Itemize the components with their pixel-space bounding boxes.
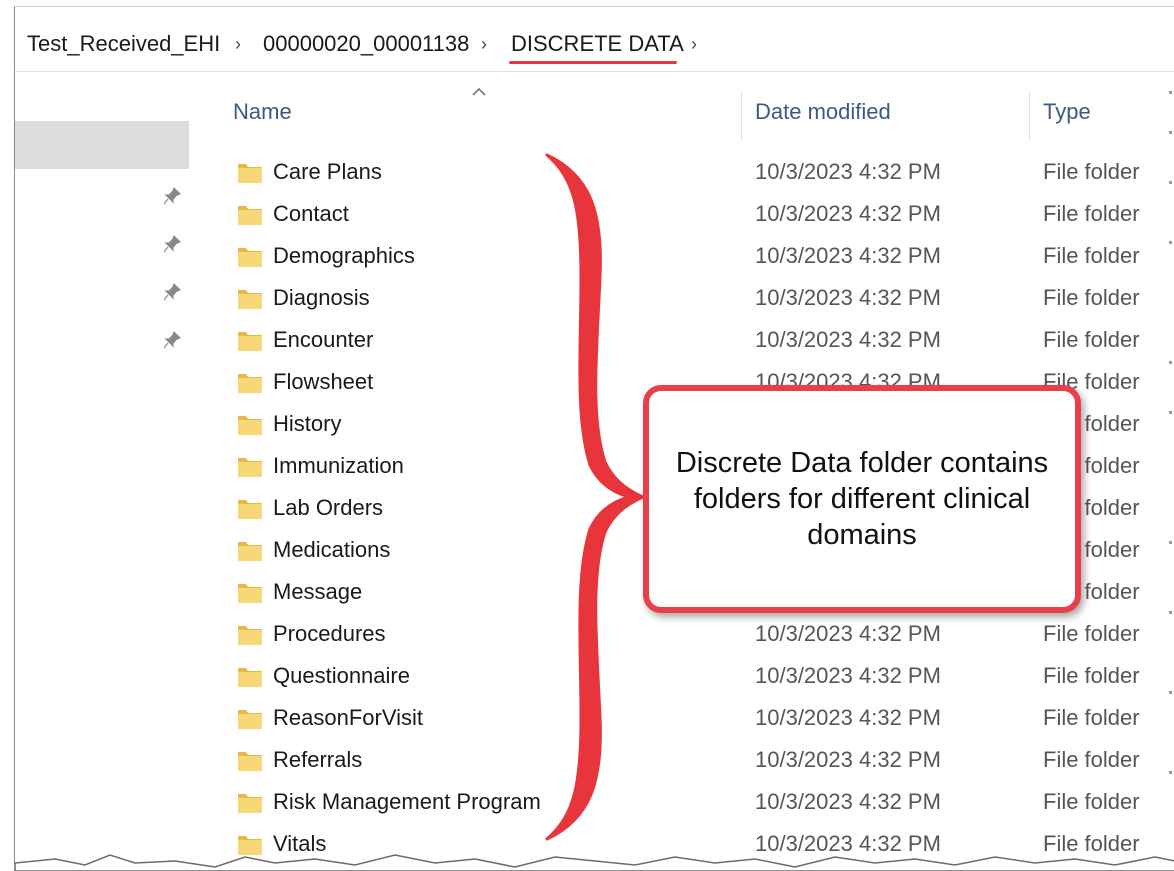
folder-icon	[238, 668, 262, 687]
file-type: File folder	[1043, 747, 1140, 772]
pin-icon[interactable]	[163, 235, 181, 253]
file-row[interactable]: Encounter 10/3/2023 4:32 PM File folder	[225, 321, 1174, 363]
column-separator[interactable]	[741, 91, 742, 141]
nav-selected-item[interactable]	[15, 121, 189, 169]
file-name: Diagnosis	[273, 285, 370, 310]
file-date-modified: 10/3/2023 4:32 PM	[755, 789, 941, 814]
navigation-pane	[15, 71, 195, 871]
file-date-modified: 10/3/2023 4:32 PM	[755, 201, 941, 226]
scrollbar-edge[interactable]	[1167, 71, 1174, 871]
file-explorer-window: Test_Received_EHI › 00000020_00001138 › …	[14, 6, 1174, 871]
callout-text: Discrete Data folder contains folders fo…	[675, 447, 1049, 551]
file-date-modified: 10/3/2023 4:32 PM	[755, 663, 941, 688]
file-name: Demographics	[273, 243, 415, 268]
file-name: Flowsheet	[273, 369, 374, 394]
pin-icon[interactable]	[163, 283, 181, 301]
file-row[interactable]: ReasonForVisit 10/3/2023 4:32 PM File fold…	[225, 699, 1174, 741]
folder-icon	[238, 794, 262, 813]
file-type: File folder	[1043, 201, 1140, 226]
file-row[interactable]: Care Plans 10/3/2023 4:32 PM File folder	[225, 153, 1174, 195]
file-type: File folder	[1043, 621, 1140, 646]
file-name: Encounter	[273, 327, 374, 352]
folder-icon	[238, 290, 262, 309]
file-date-modified: 10/3/2023 4:32 PM	[755, 747, 941, 772]
chevron-right-icon[interactable]: ›	[481, 34, 487, 55]
file-name: Message	[273, 579, 363, 604]
sort-caret-icon[interactable]	[471, 87, 487, 97]
column-header-name[interactable]: Name	[233, 99, 292, 125]
folder-icon	[238, 626, 262, 645]
folder-icon	[238, 332, 262, 351]
file-name: Immunization	[273, 453, 404, 478]
file-name: Care Plans	[273, 159, 382, 184]
file-type: File folder	[1043, 705, 1140, 730]
folder-icon	[238, 458, 262, 477]
folder-icon	[238, 542, 262, 561]
folder-icon	[238, 164, 262, 183]
file-row[interactable]: Questionnaire 10/3/2023 4:32 PM File folde…	[225, 657, 1174, 699]
file-date-modified: 10/3/2023 4:32 PM	[755, 705, 941, 730]
file-row[interactable]: Risk Management Program 10/3/2023 4:32 PM…	[225, 783, 1174, 825]
folder-icon	[238, 710, 262, 729]
breadcrumb-highlight-underline	[509, 61, 677, 64]
file-row[interactable]: Referrals 10/3/2023 4:32 PM File folder	[225, 741, 1174, 783]
folder-icon	[238, 584, 262, 603]
folder-icon	[238, 248, 262, 267]
torn-edge-decoration	[15, 854, 1174, 871]
file-type: File folder	[1043, 159, 1140, 184]
breadcrumb-item-root[interactable]: Test_Received_EHI	[27, 31, 220, 57]
pin-icon[interactable]	[163, 187, 181, 205]
folder-icon	[238, 416, 262, 435]
pin-icon[interactable]	[163, 331, 181, 349]
column-header-date-modified[interactable]: Date modified	[755, 99, 891, 125]
file-row[interactable]: Contact 10/3/2023 4:32 PM File folder	[225, 195, 1174, 237]
file-date-modified: 10/3/2023 4:32 PM	[755, 327, 941, 352]
file-date-modified: 10/3/2023 4:32 PM	[755, 243, 941, 268]
column-header-type[interactable]: Type	[1043, 99, 1091, 125]
annotation-callout: Discrete Data folder contains folders fo…	[643, 385, 1081, 613]
file-name: Lab Orders	[273, 495, 384, 520]
file-row[interactable]: Demographics 10/3/2023 4:32 PM File folder	[225, 237, 1174, 279]
file-name: Medications	[273, 537, 391, 562]
file-name: ReasonForVisit	[273, 705, 423, 730]
folder-icon	[238, 752, 262, 771]
file-name: History	[273, 411, 342, 436]
file-name: Procedures	[273, 621, 386, 646]
breadcrumb-item-current[interactable]: DISCRETE DATA	[511, 31, 684, 57]
file-type: File folder	[1043, 327, 1140, 352]
file-type: File folder	[1043, 285, 1140, 310]
file-name: Contact	[273, 201, 349, 226]
chevron-right-icon[interactable]: ›	[235, 34, 241, 55]
file-date-modified: 10/3/2023 4:32 PM	[755, 621, 941, 646]
folder-icon	[238, 500, 262, 519]
column-separator[interactable]	[1029, 91, 1030, 141]
file-row[interactable]: Diagnosis 10/3/2023 4:32 PM File folder	[225, 279, 1174, 321]
file-type: File folder	[1043, 663, 1140, 688]
folder-icon	[238, 374, 262, 393]
file-date-modified: 10/3/2023 4:32 PM	[755, 285, 941, 310]
file-type: File folder	[1043, 789, 1140, 814]
chevron-right-icon[interactable]: ›	[691, 34, 697, 55]
file-date-modified: 10/3/2023 4:32 PM	[755, 159, 941, 184]
file-name: Questionnaire	[273, 663, 410, 688]
breadcrumb-item-patient[interactable]: 00000020_00001138	[263, 31, 469, 57]
folder-icon	[238, 206, 262, 225]
file-name: Referrals	[273, 747, 363, 772]
file-name: Risk Management Program	[273, 789, 541, 814]
breadcrumb: Test_Received_EHI › 00000020_00001138 › …	[15, 7, 1174, 72]
file-row[interactable]: Procedures 10/3/2023 4:32 PM File folder	[225, 615, 1174, 657]
file-type: File folder	[1043, 243, 1140, 268]
